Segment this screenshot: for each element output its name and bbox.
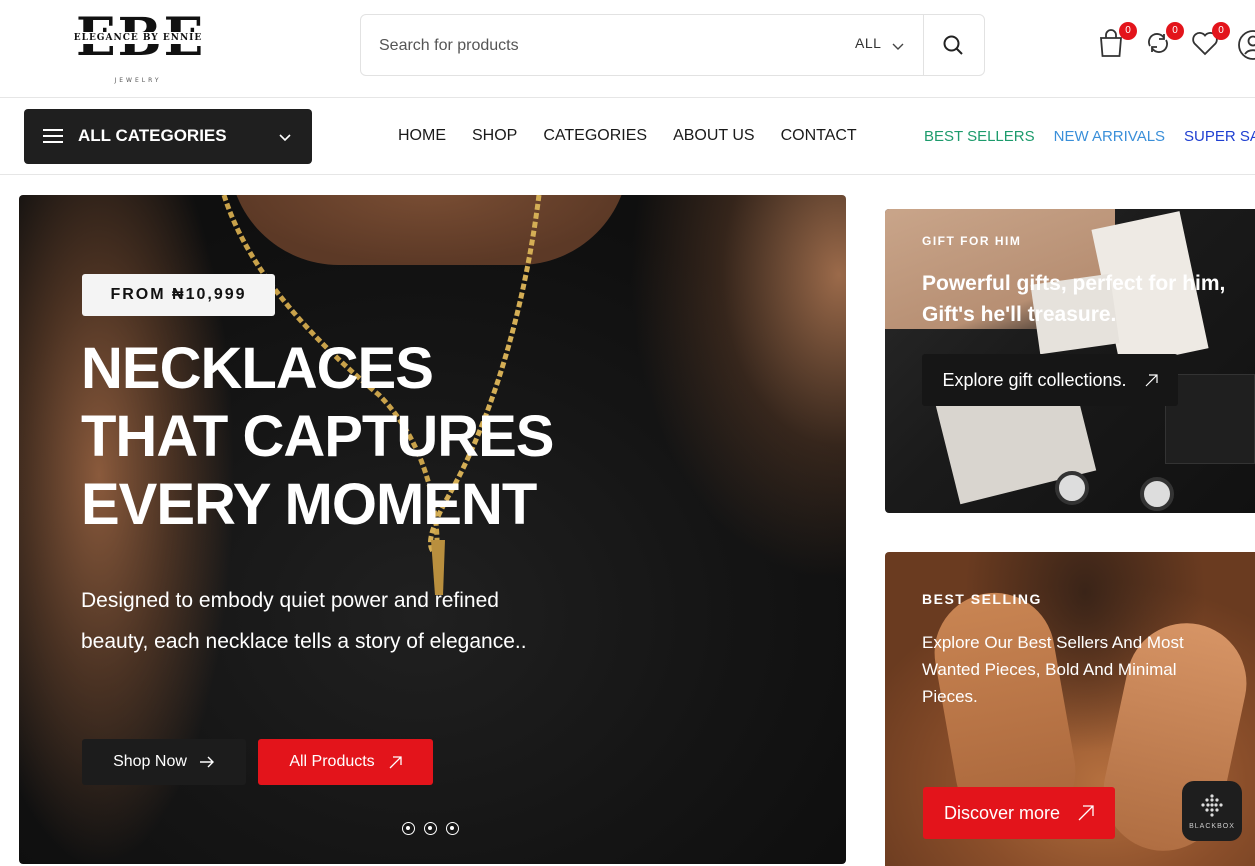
all-products-button[interactable]: All Products bbox=[258, 739, 433, 785]
promo-links: BEST SELLERS NEW ARRIVALS SUPER SALE bbox=[924, 128, 1255, 145]
search-bar: ALL bbox=[360, 14, 985, 76]
best-selling-kicker: BEST SELLING bbox=[922, 591, 1042, 607]
arrow-up-right-icon bbox=[389, 755, 402, 768]
slider-dot[interactable] bbox=[424, 822, 437, 835]
all-categories-button[interactable]: ALL CATEGORIES bbox=[24, 109, 312, 164]
arrow-right-icon bbox=[199, 756, 214, 768]
nav-about-us[interactable]: ABOUT US bbox=[673, 127, 755, 145]
cart-count-badge: 0 bbox=[1119, 22, 1137, 40]
nav-shop[interactable]: SHOP bbox=[472, 127, 517, 145]
super-sale-link[interactable]: SUPER SALE bbox=[1184, 128, 1255, 145]
cart-button[interactable]: 0 bbox=[1097, 22, 1137, 62]
wishlist-button[interactable]: 0 bbox=[1190, 22, 1230, 62]
search-input[interactable] bbox=[379, 31, 819, 61]
gift-banner-kicker: GIFT FOR HIM bbox=[922, 234, 1022, 248]
user-icon bbox=[1238, 30, 1255, 60]
nav-contact[interactable]: CONTACT bbox=[781, 127, 857, 145]
search-icon bbox=[943, 35, 963, 55]
best-sellers-link[interactable]: BEST SELLERS bbox=[924, 128, 1035, 145]
chevron-down-icon bbox=[279, 134, 291, 142]
arrow-up-right-icon bbox=[1078, 805, 1094, 821]
gift-banner-title: Powerful gifts, perfect for him, Gift's … bbox=[922, 272, 1226, 326]
headline-line: NECKLACES bbox=[81, 336, 434, 401]
slider-dot[interactable] bbox=[402, 822, 415, 835]
headline-line: THAT CAPTURES bbox=[81, 404, 554, 469]
gift-for-him-banner[interactable]: GIFT FOR HIM Powerful gifts, perfect for… bbox=[885, 209, 1255, 513]
all-categories-label: ALL CATEGORIES bbox=[78, 126, 227, 145]
widget-label: BLACKBOX bbox=[1189, 822, 1235, 830]
compare-count-badge: 0 bbox=[1166, 22, 1184, 40]
watch-image bbox=[1055, 471, 1089, 505]
discover-more-label: Discover more bbox=[943, 802, 1061, 823]
chevron-down-icon[interactable] bbox=[891, 39, 905, 53]
brand-tagline: JEWELRY bbox=[114, 77, 162, 84]
new-arrivals-link[interactable]: NEW ARRIVALS bbox=[1054, 128, 1165, 145]
slider-dot[interactable] bbox=[446, 822, 459, 835]
discover-more-button[interactable]: Discover more bbox=[923, 787, 1115, 839]
brand-name: ELEGANCE BY ENNIE bbox=[62, 32, 214, 44]
hero-slider: FROM ₦10,999 NECKLACES THAT CAPTURES EVE… bbox=[19, 195, 846, 864]
menu-icon bbox=[43, 129, 63, 143]
explore-gift-label: Explore gift collections. bbox=[942, 369, 1127, 390]
blackbox-chat-widget[interactable]: BLACKBOX bbox=[1182, 781, 1242, 841]
search-category-select[interactable]: ALL bbox=[855, 35, 881, 51]
hero-price-tag: FROM ₦10,999 bbox=[82, 274, 275, 316]
nav-home[interactable]: HOME bbox=[398, 127, 446, 145]
account-button[interactable] bbox=[1236, 28, 1255, 62]
search-divider bbox=[923, 15, 924, 75]
search-button[interactable] bbox=[927, 27, 979, 63]
explore-gift-collections-button[interactable]: Explore gift collections. bbox=[922, 354, 1178, 406]
site-header: EBE ELEGANCE BY ENNIE JEWELRY ALL 0 0 0 bbox=[0, 0, 1255, 98]
watch-image bbox=[1140, 477, 1174, 511]
hero-headline: NECKLACES THAT CAPTURES EVERY MOMENT bbox=[81, 335, 581, 539]
brand-logo[interactable]: EBE ELEGANCE BY ENNIE JEWELRY bbox=[62, 10, 214, 88]
gift-box-image bbox=[1165, 374, 1255, 464]
main-navigation: ALL CATEGORIES HOME SHOP CATEGORIES ABOU… bbox=[0, 99, 1255, 175]
headline-line: EVERY MOMENT bbox=[81, 472, 537, 537]
dot-grid-icon bbox=[1201, 793, 1223, 817]
wishlist-count-badge: 0 bbox=[1212, 22, 1230, 40]
slider-pagination bbox=[402, 822, 459, 835]
best-selling-text: Explore Our Best Sellers And Most Wanted… bbox=[922, 633, 1184, 706]
shop-now-button[interactable]: Shop Now bbox=[82, 739, 246, 785]
shop-now-label: Shop Now bbox=[113, 753, 187, 770]
primary-menu: HOME SHOP CATEGORIES ABOUT US CONTACT bbox=[398, 127, 857, 145]
nav-categories[interactable]: CATEGORIES bbox=[543, 127, 647, 145]
hero-description: Designed to embody quiet power and refin… bbox=[81, 589, 527, 653]
compare-button[interactable]: 0 bbox=[1144, 22, 1184, 62]
arrow-up-right-icon bbox=[1145, 373, 1158, 386]
all-products-label: All Products bbox=[289, 753, 375, 770]
